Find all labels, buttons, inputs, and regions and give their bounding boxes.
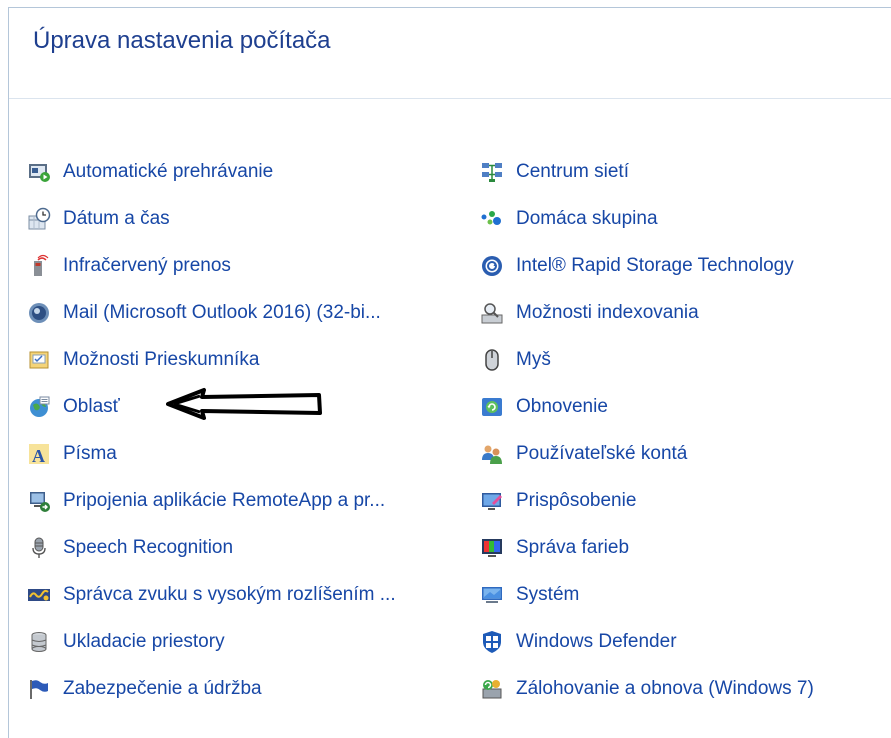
- autoplay-icon: [27, 160, 63, 184]
- item-label: Centrum sietí: [516, 160, 629, 182]
- folder-options-icon: [27, 348, 63, 372]
- item-label: Obnovenie: [516, 395, 608, 417]
- left-items-column: Automatické prehrávanie Dátum a čas Infr…: [27, 148, 396, 712]
- item-label: Domáca skupina: [516, 207, 658, 229]
- mail-icon: [27, 301, 63, 325]
- item-label: Windows Defender: [516, 630, 677, 652]
- homegroup-icon: [480, 207, 516, 231]
- region-globe-icon: [27, 395, 63, 419]
- item-homegroup[interactable]: Domáca skupina: [480, 195, 814, 242]
- microphone-icon: [27, 536, 63, 560]
- hand-drawn-arrow-icon: [166, 386, 322, 427]
- item-windows-defender[interactable]: Windows Defender: [480, 618, 814, 665]
- item-label: Písma: [63, 442, 117, 464]
- indexing-icon: [480, 301, 516, 325]
- item-label: Zálohovanie a obnova (Windows 7): [516, 677, 814, 699]
- item-mail[interactable]: Mail (Microsoft Outlook 2016) (32-bi...: [27, 289, 396, 336]
- item-infrared[interactable]: Infračervený prenos: [27, 242, 396, 289]
- item-explorer-options[interactable]: Možnosti Prieskumníka: [27, 336, 396, 383]
- item-recovery[interactable]: Obnovenie: [480, 383, 814, 430]
- item-speech-recognition[interactable]: Speech Recognition: [27, 524, 396, 571]
- item-label: Speech Recognition: [63, 536, 234, 558]
- item-audio-manager[interactable]: Správca zvuku s vysokým rozlíšením ...: [27, 571, 396, 618]
- windows-defender-icon: [480, 630, 516, 654]
- item-label: Zabezpečenie a údržba: [63, 677, 262, 699]
- item-remoteapp[interactable]: Pripojenia aplikácie RemoteApp a pr...: [27, 477, 396, 524]
- item-personalization[interactable]: Prispôsobenie: [480, 477, 814, 524]
- infrared-icon: [27, 254, 63, 278]
- color-management-icon: [480, 536, 516, 560]
- item-color-management[interactable]: Správa farieb: [480, 524, 814, 571]
- recovery-icon: [480, 395, 516, 419]
- item-storage-spaces[interactable]: Ukladacie priestory: [27, 618, 396, 665]
- fonts-icon: A: [27, 442, 63, 466]
- backup-restore-icon: [480, 677, 516, 701]
- system-icon: [480, 583, 516, 607]
- item-label: Dátum a čas: [63, 207, 170, 229]
- remoteapp-icon: [27, 489, 63, 513]
- title-divider: [9, 98, 891, 99]
- item-label: Mail (Microsoft Outlook 2016) (32-bi...: [63, 301, 381, 323]
- audio-manager-icon: [27, 583, 63, 607]
- item-system[interactable]: Systém: [480, 571, 814, 618]
- clock-icon: [27, 207, 63, 231]
- item-indexing-options[interactable]: Možnosti indexovania: [480, 289, 814, 336]
- item-label: Možnosti Prieskumníka: [63, 348, 260, 370]
- item-label: Systém: [516, 583, 580, 605]
- item-label: Prispôsobenie: [516, 489, 637, 511]
- item-label: Intel® Rapid Storage Technology: [516, 254, 794, 276]
- item-label: Správca zvuku s vysokým rozlíšením ...: [63, 583, 396, 605]
- intel-rst-icon: [480, 254, 516, 278]
- item-label: Pripojenia aplikácie RemoteApp a pr...: [63, 489, 386, 511]
- item-label: Infračervený prenos: [63, 254, 231, 276]
- item-date-time[interactable]: Dátum a čas: [27, 195, 396, 242]
- user-accounts-icon: [480, 442, 516, 466]
- item-label: Správa farieb: [516, 536, 630, 558]
- svg-text:A: A: [32, 446, 45, 466]
- flag-icon: [27, 677, 63, 701]
- personalization-icon: [480, 489, 516, 513]
- item-label: Myš: [516, 348, 551, 370]
- item-security-maintenance[interactable]: Zabezpečenie a údržba: [27, 665, 396, 712]
- item-user-accounts[interactable]: Používateľské kontá: [480, 430, 814, 477]
- item-network-center[interactable]: Centrum sietí: [480, 148, 814, 195]
- storage-spaces-icon: [27, 630, 63, 654]
- page-title: Úprava nastavenia počítača: [33, 27, 331, 54]
- item-label: Používateľské kontá: [516, 442, 688, 464]
- item-autoplay[interactable]: Automatické prehrávanie: [27, 148, 396, 195]
- item-label: Oblasť: [63, 395, 120, 417]
- item-label: Možnosti indexovania: [516, 301, 699, 323]
- item-backup-restore[interactable]: Zálohovanie a obnova (Windows 7): [480, 665, 814, 712]
- item-intel-rst[interactable]: Intel® Rapid Storage Technology: [480, 242, 814, 289]
- item-mouse[interactable]: Myš: [480, 336, 814, 383]
- right-items-column: Centrum sietí Domáca skupina Intel® Rapi…: [480, 148, 814, 712]
- item-label: Automatické prehrávanie: [63, 160, 274, 182]
- mouse-icon: [480, 348, 516, 372]
- item-label: Ukladacie priestory: [63, 630, 225, 652]
- network-center-icon: [480, 160, 516, 184]
- item-fonts[interactable]: A Písma: [27, 430, 396, 477]
